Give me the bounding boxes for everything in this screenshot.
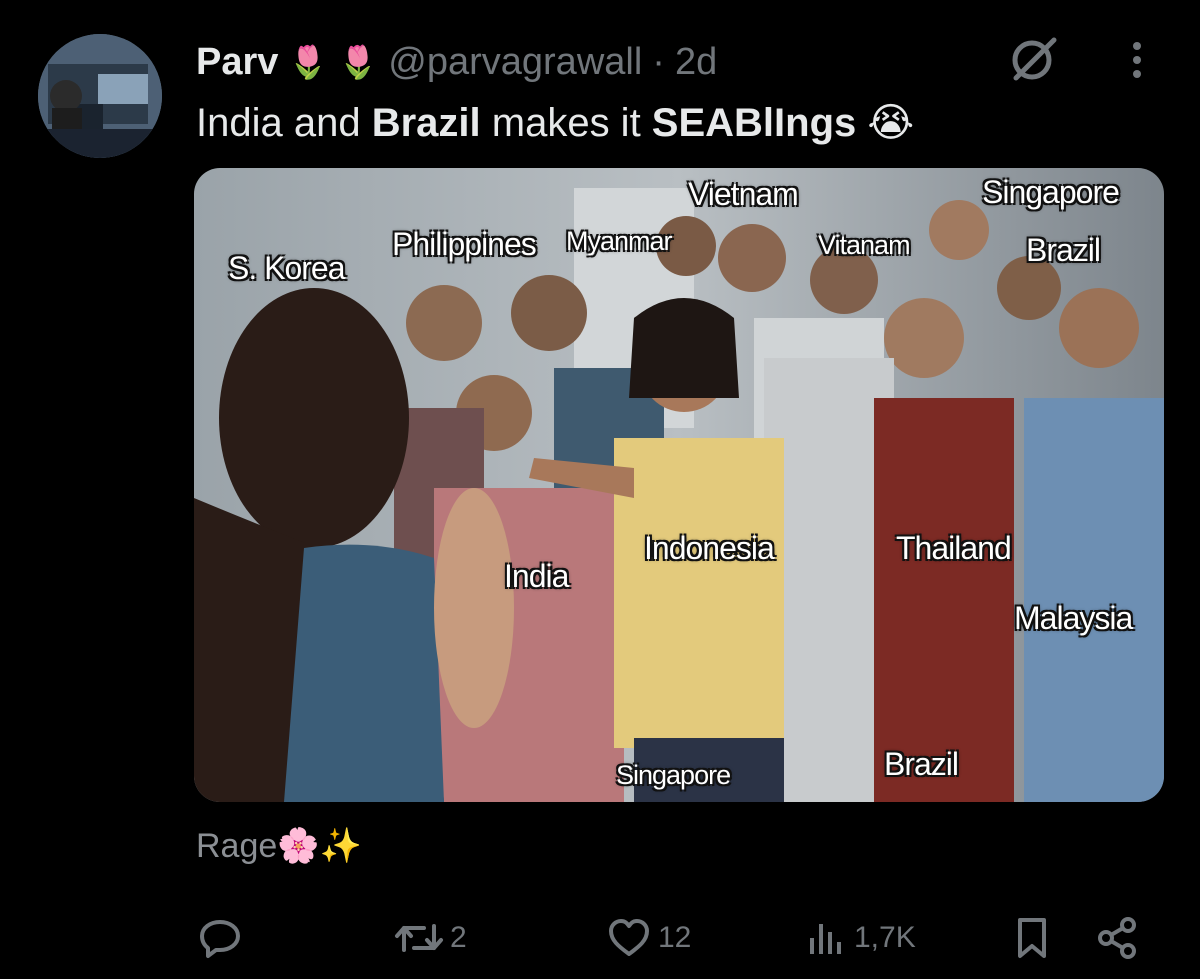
share-icon (1098, 917, 1136, 959)
reply-icon (200, 920, 240, 958)
label-brazil-bottom: Brazil (884, 746, 959, 782)
tweet-time[interactable]: 2d (675, 41, 717, 84)
label-singapore-top: Singapore (982, 174, 1120, 210)
label-vitanam: Vitanam (818, 230, 911, 260)
separator-dot: · (652, 40, 665, 83)
more-vertical-icon[interactable] (1122, 36, 1152, 84)
tweet-text-emoji: 😭 (856, 101, 915, 145)
like-button[interactable]: 12 (606, 908, 691, 968)
tweet-image[interactable]: S. Korea Philippines Myanmar Vietnam Vit… (194, 168, 1164, 802)
label-malaysia: Malaysia (1014, 600, 1133, 636)
tweet-text: India and Brazil makes it SEABlIngs 😭 (196, 96, 914, 150)
grok-icon[interactable] (1006, 30, 1062, 86)
tweet-text-bold: SEABlIngs (651, 101, 857, 145)
views-count: 1,7K (854, 921, 916, 954)
reply-button[interactable] (196, 908, 250, 968)
retweet-button[interactable]: 2 (394, 908, 467, 968)
bookmark-icon (1018, 918, 1046, 958)
label-india: India (504, 558, 569, 594)
label-indonesia: Indonesia (644, 530, 775, 566)
share-button[interactable] (1094, 908, 1142, 968)
label-myanmar: Myanmar (566, 226, 673, 256)
label-brazil-top: Brazil (1026, 232, 1101, 268)
retweet-icon (395, 924, 443, 952)
label-thailand: Thailand (896, 530, 1012, 566)
like-count: 12 (658, 921, 692, 954)
label-vietnam: Vietnam (688, 176, 799, 212)
author-avatar[interactable] (38, 34, 162, 158)
label-s-korea: S. Korea (228, 250, 346, 286)
tweet-header: Parv 🌷 🌷 @parvagrawall · 2d (196, 38, 717, 86)
action-bar: 2 12 1,7K (0, 908, 1200, 968)
caption-text: Rage (196, 827, 278, 865)
tweet-text-part: India and (196, 101, 372, 145)
views-icon (810, 924, 841, 954)
retweet-count: 2 (450, 921, 467, 954)
caption-emojis: 🌸✨ (277, 827, 362, 865)
label-philippines: Philippines (392, 226, 537, 262)
tweet-text-bold: Brazil (371, 101, 481, 145)
label-singapore-bottom: Singapore (616, 760, 731, 790)
heart-icon (609, 919, 649, 956)
tweet-text-part: makes it (480, 101, 652, 145)
author-name[interactable]: Parv (196, 41, 278, 84)
caption: Rage🌸✨ (196, 826, 362, 866)
author-handle[interactable]: @parvagrawall (388, 41, 642, 84)
name-emojis: 🌷 🌷 (288, 43, 379, 81)
views-button[interactable]: 1,7K (804, 908, 916, 968)
bookmark-button[interactable] (1010, 908, 1054, 968)
